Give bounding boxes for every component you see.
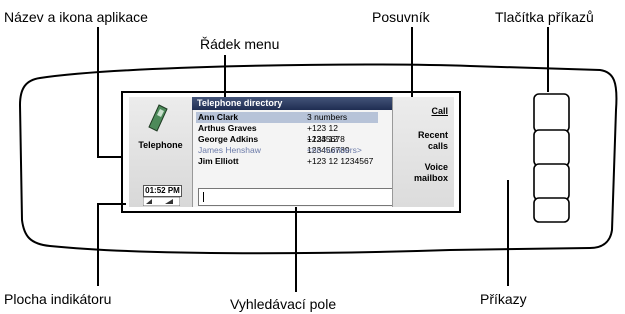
contact-number: +123 12 1234567 — [307, 156, 374, 166]
command-panel: Call Recent calls Voice mailbox — [392, 97, 454, 207]
contact-number: 3 numbers — [307, 112, 348, 122]
command-voice-mailbox[interactable]: Voice mailbox — [408, 162, 448, 184]
list-item[interactable]: James Henshaw <no numbers> — [196, 145, 378, 156]
contact-name: James Henshaw — [198, 145, 261, 155]
contact-name: Jim Elliott — [198, 156, 239, 166]
command-button-1 — [533, 93, 570, 133]
directory-view: Telephone directory Ann Clark 3 numbers … — [192, 97, 445, 207]
command-recent-calls[interactable]: Recent calls — [408, 130, 448, 152]
app-name: Telephone — [138, 140, 183, 150]
text-caret — [203, 192, 204, 202]
command-button-4 — [533, 197, 570, 223]
command-button-2 — [533, 129, 570, 167]
app-panel: Telephone 01:52 PM — [129, 97, 193, 207]
list-item[interactable]: George Adkins +123 12 123456789 — [196, 134, 378, 155]
phone-icon — [148, 104, 168, 132]
list-item[interactable]: Jim Elliott +123 12 1234567 — [196, 156, 378, 167]
contact-name: George Adkins — [198, 134, 259, 144]
signal-battery-icon — [143, 197, 180, 206]
contact-number: <no numbers> — [307, 145, 362, 155]
command-button-3 — [533, 163, 570, 201]
list-item[interactable]: Arthus Graves +123 12 12345678 — [196, 123, 378, 144]
contact-name: Ann Clark — [198, 112, 239, 122]
clock: 01:52 PM — [143, 185, 182, 197]
contact-name: Arthus Graves — [198, 123, 257, 133]
list-item[interactable]: Ann Clark 3 numbers — [196, 112, 378, 123]
command-call[interactable]: Call — [431, 106, 448, 117]
menu-title[interactable]: Telephone directory — [192, 97, 392, 110]
device-screen: Telephone 01:52 PM Telephone directory A… — [129, 97, 454, 207]
